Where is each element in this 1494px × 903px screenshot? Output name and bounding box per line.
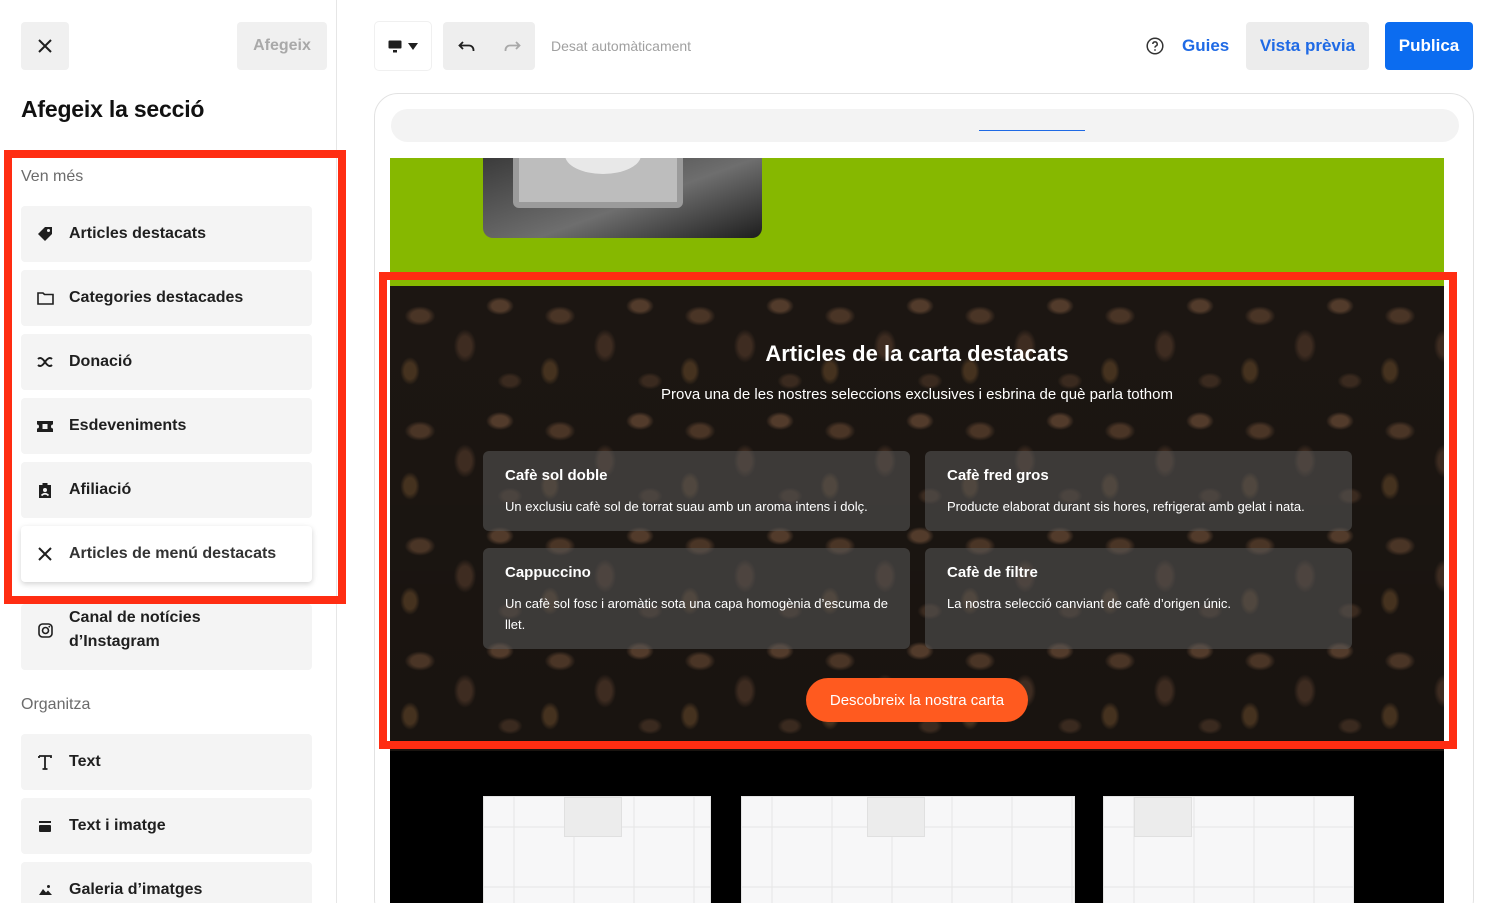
guides-link[interactable]: Guies [1182,36,1229,56]
group-label-sell: Ven més [21,168,84,185]
section-item-label: Text [69,753,101,770]
gallery-thumb [564,797,622,837]
section-item-featured-menu-items[interactable]: Articles de menú destacats [21,526,312,582]
gallery-section[interactable] [390,751,1444,903]
gallery-icon [21,884,69,896]
publish-button[interactable]: Publica [1385,22,1473,70]
close-icon [38,39,52,53]
menu-card-description: Un cafè sol fosc i aromàtic sota una cap… [505,596,888,632]
cutlery-icon [21,546,69,562]
discover-menu-button[interactable]: Descobreix la nostra carta [806,678,1028,722]
section-item-label: Articles destacats [69,225,206,242]
section-item-label: Text i imatge [69,817,166,834]
undo-icon [457,40,474,51]
section-item-label: Donació [69,353,133,370]
help-icon[interactable] [1146,37,1164,60]
section-item-text-image[interactable]: Text i imatge [21,798,312,854]
panel-title: Afegeix la secció [21,96,205,122]
gallery-thumb [1134,797,1192,837]
tag-icon [21,226,69,242]
section-subtitle: Prova una de les nostres seleccions excl… [661,386,1173,403]
menu-card[interactable]: Cafè sol doble Un exclusiu cafè sol de t… [483,451,910,531]
ticket-icon [21,420,69,433]
group-label-organize: Organitza [21,696,91,713]
gallery-card[interactable] [1103,796,1354,903]
section-item-label: Esdeveniments [69,417,187,434]
add-section-panel: Afegeix Afegeix la secció Ven més Articl… [0,0,337,903]
text-image-icon [21,820,69,833]
menu-card-description: Producte elaborat durant sis hores, refr… [947,499,1305,514]
redo-icon [504,40,521,51]
menu-card[interactable]: Cafè de filtre La nostra selecció canvia… [925,548,1352,649]
featured-menu-section[interactable]: Articles de la carta destacats Prova una… [390,286,1444,751]
section-item-label: Galeria d’imatges [69,881,203,898]
close-button[interactable] [21,22,69,70]
device-selector[interactable] [375,22,431,70]
autosave-status: Desat automàticament [551,38,692,54]
section-item-label: Canal de notícies d’Instagram [69,609,201,650]
section-title: Articles de la carta destacats [765,341,1069,366]
gallery-thumb [867,797,925,837]
section-item-events[interactable]: Esdeveniments [21,398,312,454]
gallery-card[interactable] [483,796,711,903]
menu-card-name: Cafè sol doble [505,467,608,484]
section-item-instagram-feed[interactable]: Canal de notícies d’Instagram [21,604,312,670]
site-preview-canvas: Articles de la carta destacats Prova una… [374,93,1474,903]
section-item-label: Categories destacades [69,289,244,306]
hero-image [483,158,762,238]
badge-icon [21,482,69,499]
site-page[interactable]: Articles de la carta destacats Prova una… [390,158,1444,903]
menu-card[interactable]: Cappuccino Un cafè sol fosc i aromàtic s… [483,548,910,649]
menu-card-name: Cafè de filtre [947,564,1038,581]
menu-card-name: Cappuccino [505,564,591,581]
history-controls [443,22,535,70]
undo-button[interactable] [443,22,489,70]
menu-card-description: La nostra selecció canviant de cafè d’or… [947,596,1232,611]
browser-address-bar [391,109,1459,142]
text-icon [21,754,69,770]
section-item-label: Afiliació [69,481,132,498]
section-item-text[interactable]: Text [21,734,312,790]
instagram-icon [21,606,69,638]
donation-icon [21,355,69,369]
desktop-icon [388,40,402,52]
menu-card-name: Cafè fred gros [947,467,1049,484]
hero-section[interactable] [390,158,1444,286]
preview-button[interactable]: Vista prèvia [1246,22,1369,70]
section-item-membership[interactable]: Afiliació [21,462,312,518]
section-item-image-gallery[interactable]: Galeria d’imatges [21,862,312,903]
add-button[interactable]: Afegeix [237,22,327,70]
section-item-label: Articles de menú destacats [69,545,277,562]
section-item-donation[interactable]: Donació [21,334,312,390]
chevron-down-icon [408,42,418,50]
loading-indicator [979,130,1085,131]
folder-icon [21,291,69,305]
gallery-card[interactable] [741,796,1075,903]
section-item-featured-items[interactable]: Articles destacats [21,206,312,262]
section-item-featured-categories[interactable]: Categories destacades [21,270,312,326]
redo-button[interactable] [489,22,535,70]
menu-card[interactable]: Cafè fred gros Producte elaborat durant … [925,451,1352,531]
editor-toolbar: Desat automàticament Guies Vista prèvia … [351,0,1494,90]
menu-card-description: Un exclusiu cafè sol de torrat suau amb … [505,499,868,514]
